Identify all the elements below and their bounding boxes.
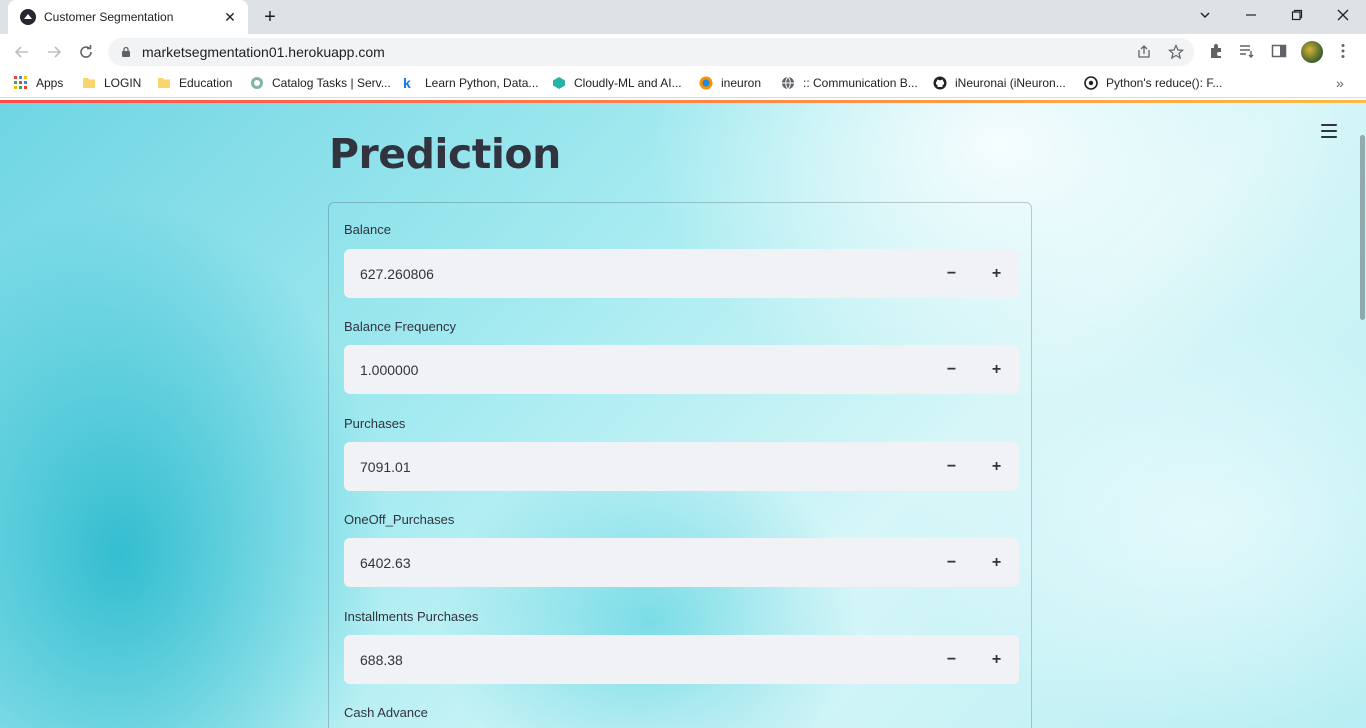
url-text: marketsegmentation01.herokuapp.com — [142, 44, 385, 60]
cloudly-icon — [553, 77, 565, 89]
extensions-icon[interactable] — [1207, 42, 1225, 60]
oneoff-purchases-value[interactable]: 6402.63 — [344, 555, 929, 571]
browser-tab[interactable]: Customer Segmentation ✕ — [8, 0, 248, 34]
restore-button[interactable] — [1274, 0, 1320, 30]
minimize-button[interactable] — [1228, 0, 1274, 30]
streamlit-favicon-icon — [20, 9, 36, 25]
balance-value[interactable]: 627.260806 — [344, 266, 929, 282]
back-button[interactable] — [8, 38, 36, 66]
github-icon — [933, 76, 947, 90]
globe-icon — [782, 76, 794, 90]
menu-kebab-icon[interactable] — [1334, 42, 1352, 60]
bookmark-python-reduce[interactable]: Python's reduce(): F... — [1084, 76, 1222, 90]
oneoff-purchases-label: OneOff_Purchases — [344, 512, 455, 527]
balance-input[interactable]: 627.260806 − + — [344, 249, 1019, 298]
bookmark-label: :: Communication B... — [803, 76, 918, 90]
bookmark-education[interactable]: Education — [157, 76, 232, 90]
more-bookmarks-icon[interactable]: » — [1336, 75, 1344, 91]
bookmark-label: Learn Python, Data... — [425, 76, 539, 90]
balance-frequency-input[interactable]: 1.000000 − + — [344, 345, 1019, 394]
browser-toolbar: marketsegmentation01.herokuapp.com — [0, 34, 1366, 70]
profile-avatar[interactable] — [1301, 41, 1323, 63]
bookmark-label: Catalog Tasks | Serv... — [272, 76, 391, 90]
balance-label: Balance — [344, 222, 391, 237]
close-window-button[interactable] — [1320, 0, 1366, 30]
reading-list-icon[interactable] — [1238, 42, 1256, 60]
forward-button[interactable] — [40, 38, 68, 66]
bookmark-star-icon[interactable] — [1168, 44, 1184, 60]
servicenow-icon — [251, 77, 263, 89]
bookmark-ineuron[interactable]: ineuron — [699, 76, 761, 90]
python-icon — [1084, 76, 1098, 90]
ineuron-icon — [699, 76, 713, 90]
balance-frequency-value[interactable]: 1.000000 — [344, 362, 929, 378]
tab-strip: Customer Segmentation ✕ + — [0, 0, 1366, 34]
bookmark-catalog-tasks[interactable]: Catalog Tasks | Serv... — [250, 76, 391, 90]
balance-frequency-increment-button[interactable]: + — [974, 345, 1019, 394]
bookmark-apps[interactable]: Apps — [14, 76, 63, 90]
bookmark-label: Python's reduce(): F... — [1106, 76, 1223, 90]
oneoff-purchases-decrement-button[interactable]: − — [929, 538, 974, 587]
scrollbar[interactable] — [1360, 135, 1365, 320]
apps-grid-icon — [14, 76, 27, 89]
installments-purchases-decrement-button[interactable]: − — [929, 635, 974, 684]
balance-frequency-decrement-button[interactable]: − — [929, 345, 974, 394]
k-icon: k — [403, 75, 411, 91]
close-tab-icon[interactable]: ✕ — [220, 7, 240, 27]
installments-purchases-input[interactable]: 688.38 − + — [344, 635, 1019, 684]
hamburger-menu-icon[interactable] — [1321, 124, 1337, 138]
side-panel-icon[interactable] — [1270, 42, 1288, 60]
oneoff-purchases-increment-button[interactable]: + — [974, 538, 1019, 587]
installments-purchases-label: Installments Purchases — [344, 609, 479, 624]
bookmark-label: Apps — [36, 76, 64, 90]
bookmarks-bar: Apps LOGIN Education Catalog Tasks | Ser… — [0, 70, 1366, 98]
lock-icon — [122, 46, 130, 57]
page-title: Prediction — [329, 130, 561, 178]
bookmark-login[interactable]: LOGIN — [82, 76, 141, 90]
installments-purchases-value[interactable]: 688.38 — [344, 652, 929, 668]
purchases-input[interactable]: 7091.01 − + — [344, 442, 1019, 491]
balance-increment-button[interactable]: + — [974, 249, 1019, 298]
cash-advance-label: Cash Advance — [344, 705, 428, 720]
purchases-decrement-button[interactable]: − — [929, 442, 974, 491]
tab-search-icon[interactable] — [1182, 0, 1228, 30]
bookmark-label: Education — [179, 76, 233, 90]
oneoff-purchases-input[interactable]: 6402.63 − + — [344, 538, 1019, 587]
balance-frequency-label: Balance Frequency — [344, 319, 457, 334]
prediction-form: Balance 627.260806 − + Balance Frequency… — [328, 202, 1032, 728]
bookmark-label: Cloudly-ML and AI... — [574, 76, 682, 90]
folder-icon — [158, 78, 170, 88]
bookmark-label: ineuron — [721, 76, 762, 90]
purchases-value[interactable]: 7091.01 — [344, 459, 929, 475]
bookmark-learn-python[interactable]: k Learn Python, Data... — [403, 76, 538, 90]
tab-title: Customer Segmentation — [44, 10, 174, 24]
new-tab-button[interactable]: + — [258, 6, 282, 28]
bookmark-communication[interactable]: :: Communication B... — [781, 76, 918, 90]
purchases-label: Purchases — [344, 416, 406, 431]
folder-icon — [83, 78, 95, 88]
bookmark-label: iNeuronai (iNeuron... — [955, 76, 1066, 90]
address-bar[interactable]: marketsegmentation01.herokuapp.com — [108, 38, 1194, 66]
bookmark-label: LOGIN — [104, 76, 142, 90]
share-icon[interactable] — [1136, 44, 1152, 60]
app-content: Prediction Balance 627.260806 − + Balanc… — [0, 103, 1366, 728]
balance-decrement-button[interactable]: − — [929, 249, 974, 298]
purchases-increment-button[interactable]: + — [974, 442, 1019, 491]
reload-button[interactable] — [72, 38, 100, 66]
bookmark-cloudly[interactable]: Cloudly-ML and AI... — [552, 76, 682, 90]
bookmark-ineuronai-github[interactable]: iNeuronai (iNeuron... — [933, 76, 1066, 90]
installments-purchases-increment-button[interactable]: + — [974, 635, 1019, 684]
